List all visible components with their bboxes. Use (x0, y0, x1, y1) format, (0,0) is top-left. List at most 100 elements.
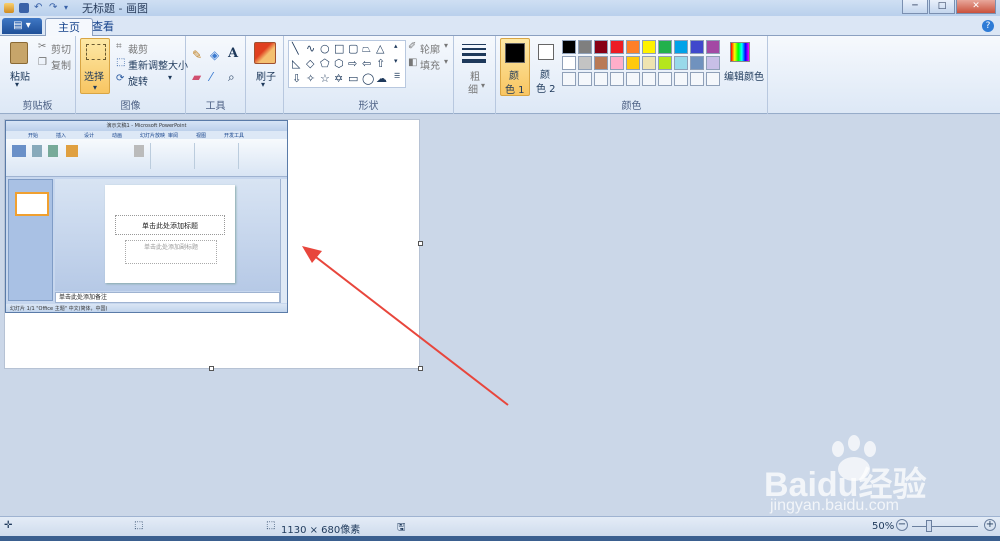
brush-icon[interactable] (254, 42, 276, 64)
shapes-scroll-up-icon[interactable]: ▴ (394, 42, 398, 50)
resize-icon[interactable]: ⬚ (116, 57, 125, 68)
edit-colors-button[interactable]: 编辑颜色 (724, 68, 764, 83)
paste-dropdown-icon[interactable]: ▾ (15, 80, 19, 89)
edit-colors-icon[interactable] (730, 42, 750, 62)
custom-color-swatch[interactable] (626, 72, 640, 86)
undo-icon[interactable]: ↶ (34, 3, 44, 13)
save-icon[interactable] (19, 3, 29, 13)
zoom-slider[interactable] (912, 526, 978, 527)
palette-color-swatch[interactable] (690, 56, 704, 70)
zoom-out-button[interactable]: − (896, 519, 908, 531)
cloud-callout-shape-icon[interactable]: ☁ (376, 72, 387, 85)
color2-button[interactable]: 颜 色 2 (532, 38, 562, 96)
polygon-shape-icon[interactable]: ⏢ (362, 42, 371, 56)
palette-color-swatch[interactable] (626, 40, 640, 54)
redo-icon[interactable]: ↷ (49, 3, 59, 13)
crop-icon[interactable]: ⌗ (116, 41, 122, 52)
palette-color-swatch[interactable] (674, 40, 688, 54)
palette-color-swatch[interactable] (562, 56, 576, 70)
palette-color-swatch[interactable] (642, 40, 656, 54)
rectangle-shape-icon[interactable]: □ (334, 42, 344, 55)
zoom-slider-thumb[interactable] (926, 520, 932, 532)
palette-color-swatch[interactable] (562, 40, 576, 54)
curve-shape-icon[interactable]: ∿ (306, 42, 315, 55)
color1-button[interactable]: 颜 色 1 (500, 38, 530, 96)
line-shape-icon[interactable]: ╲ (292, 42, 299, 55)
brushes-button[interactable]: 刷子 (256, 68, 276, 83)
hexagon-shape-icon[interactable]: ⬡ (334, 57, 344, 70)
palette-color-swatch[interactable] (642, 56, 656, 70)
left-arrow-shape-icon[interactable]: ⇦ (362, 57, 371, 70)
text-tool-icon[interactable]: A (228, 46, 238, 61)
palette-color-swatch[interactable] (594, 40, 608, 54)
palette-color-swatch[interactable] (674, 56, 688, 70)
five-point-star-shape-icon[interactable]: ☆ (320, 72, 330, 85)
copy-button[interactable]: 复制 (51, 57, 71, 72)
custom-color-swatch[interactable] (642, 72, 656, 86)
paint-app-icon[interactable] (4, 3, 14, 13)
palette-color-swatch[interactable] (594, 56, 608, 70)
palette-color-swatch[interactable] (610, 56, 624, 70)
outline-button[interactable]: 轮廓 (420, 41, 440, 56)
right-triangle-shape-icon[interactable]: ◺ (292, 57, 300, 70)
cut-icon[interactable]: ✂ (38, 41, 46, 52)
down-arrow-shape-icon[interactable]: ⇩ (292, 72, 301, 85)
custom-color-swatch[interactable] (674, 72, 688, 86)
triangle-shape-icon[interactable]: △ (376, 42, 384, 55)
six-point-star-shape-icon[interactable]: ✡ (334, 72, 343, 85)
minimize-button[interactable]: ─ (902, 0, 928, 14)
shapes-more-icon[interactable]: ☰ (394, 72, 400, 80)
oval-callout-shape-icon[interactable]: ◯ (362, 72, 374, 85)
palette-color-swatch[interactable] (658, 56, 672, 70)
copy-icon[interactable]: ❐ (38, 57, 47, 68)
custom-color-swatch[interactable] (562, 72, 576, 86)
select-button[interactable]: 选择 ▾ (80, 38, 110, 94)
palette-color-swatch[interactable] (658, 40, 672, 54)
brushes-dropdown-icon[interactable]: ▾ (261, 80, 265, 89)
oval-shape-icon[interactable]: ○ (320, 42, 330, 55)
pencil-icon[interactable]: ✎ (192, 48, 202, 62)
palette-color-swatch[interactable] (578, 56, 592, 70)
palette-color-swatch[interactable] (690, 40, 704, 54)
palette-color-swatch[interactable] (626, 56, 640, 70)
rounded-callout-shape-icon[interactable]: ▭ (348, 72, 358, 85)
rotate-icon[interactable]: ⟳ (116, 73, 124, 84)
tab-view[interactable]: 查看 (80, 18, 126, 36)
palette-color-swatch[interactable] (706, 56, 720, 70)
cut-button[interactable]: 剪切 (51, 41, 71, 56)
customize-quick-access-icon[interactable]: ▾ (64, 3, 74, 13)
right-arrow-shape-icon[interactable]: ⇨ (348, 57, 357, 70)
outline-dropdown-icon[interactable]: ▾ (444, 41, 448, 50)
diamond-shape-icon[interactable]: ◇ (306, 57, 314, 70)
paste-button[interactable]: 粘贴 (10, 68, 30, 83)
custom-color-swatch[interactable] (706, 72, 720, 86)
help-icon[interactable]: ? (982, 20, 994, 32)
canvas-resize-handle-bottom[interactable] (209, 366, 214, 371)
fill-dropdown-icon[interactable]: ▾ (444, 57, 448, 66)
up-arrow-shape-icon[interactable]: ⇧ (376, 57, 385, 70)
outline-icon[interactable]: ✐ (408, 41, 416, 52)
palette-color-swatch[interactable] (706, 40, 720, 54)
close-button[interactable]: ✕ (956, 0, 996, 14)
custom-color-swatch[interactable] (690, 72, 704, 86)
paint-menu-button[interactable]: ▤ ▾ (2, 18, 42, 34)
rotate-button[interactable]: 旋转 (128, 73, 148, 88)
palette-color-swatch[interactable] (578, 40, 592, 54)
maximize-button[interactable]: □ (929, 0, 955, 14)
size-dropdown-icon[interactable]: ▾ (481, 81, 485, 90)
fill-icon[interactable]: ◧ (408, 57, 417, 68)
custom-color-swatch[interactable] (658, 72, 672, 86)
rotate-dropdown-icon[interactable]: ▾ (168, 73, 172, 82)
custom-color-swatch[interactable] (578, 72, 592, 86)
color-picker-icon[interactable]: ⁄ (210, 70, 212, 84)
crop-button[interactable]: 裁剪 (128, 41, 148, 56)
resize-button[interactable]: 重新调整大小 (128, 57, 188, 72)
custom-color-swatch[interactable] (610, 72, 624, 86)
shapes-scroll-down-icon[interactable]: ▾ (394, 57, 398, 65)
fill-bucket-icon[interactable]: ◈ (210, 48, 219, 62)
palette-color-swatch[interactable] (610, 40, 624, 54)
fill-button[interactable]: 填充 (420, 57, 440, 72)
zoom-in-button[interactable]: + (984, 519, 996, 531)
size-icon[interactable] (462, 44, 486, 63)
rounded-rectangle-shape-icon[interactable]: ▢ (348, 42, 358, 55)
